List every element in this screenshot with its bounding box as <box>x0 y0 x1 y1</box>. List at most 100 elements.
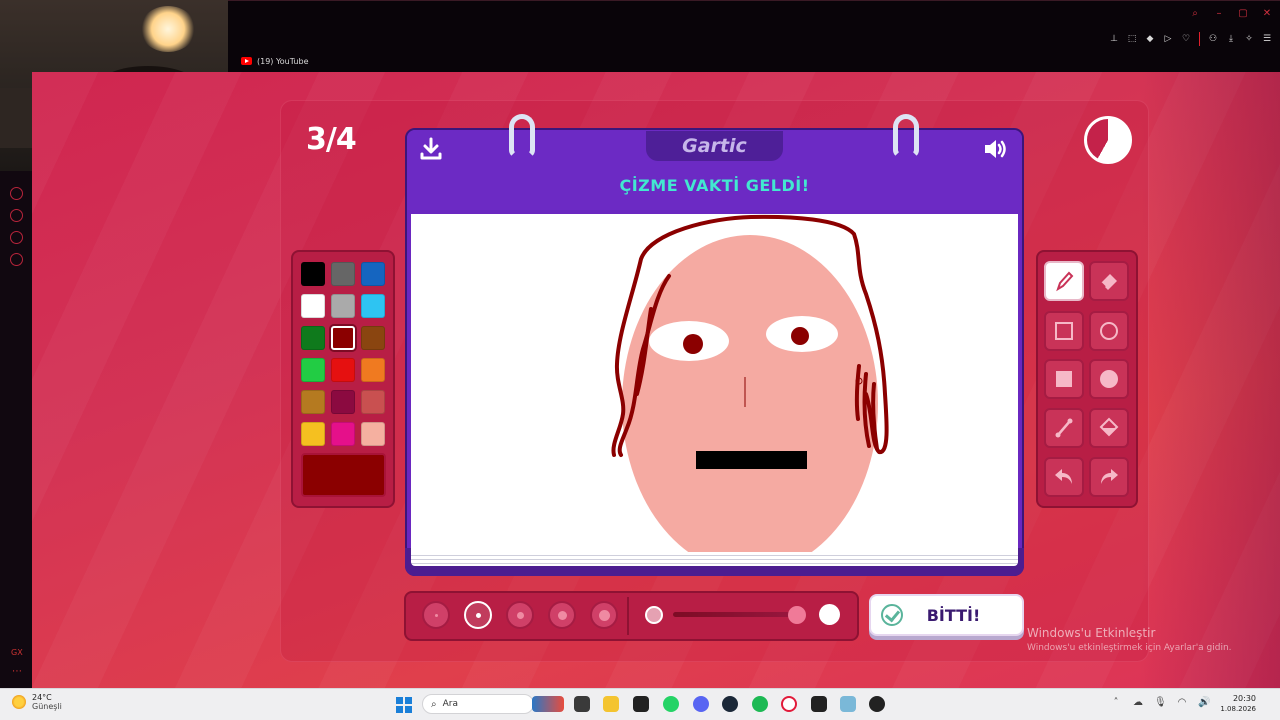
activation-watermark-title: Windows'u Etkinleştir <box>1027 626 1156 640</box>
background-shade <box>1140 72 1280 688</box>
color-swatch[interactable] <box>301 326 325 350</box>
brush-size-button[interactable] <box>464 601 492 629</box>
drawing-right-pupil <box>791 327 809 345</box>
wifi-icon[interactable]: ◠ <box>1176 697 1188 709</box>
brush-bar-separator <box>627 597 629 635</box>
color-swatch[interactable] <box>361 358 385 382</box>
pin-icon[interactable]: ⊥ <box>1109 34 1119 44</box>
weather-widget[interactable]: 24°C Güneşli <box>12 693 62 711</box>
taskbar-clock[interactable]: 20:30 1.08.2026 <box>1220 693 1256 714</box>
fill-bucket-tool[interactable] <box>1089 408 1129 448</box>
discord-icon[interactable] <box>693 696 709 712</box>
color-swatch[interactable] <box>301 358 325 382</box>
brush-size-button[interactable] <box>506 601 534 629</box>
color-swatch[interactable] <box>331 358 355 382</box>
circle-fill-tool[interactable] <box>1089 359 1129 399</box>
brush-size-button[interactable] <box>590 601 618 629</box>
redo-tool[interactable] <box>1089 457 1129 497</box>
ai-icon[interactable]: ✧ <box>1244 34 1254 44</box>
browser-tab[interactable]: (19) YouTube <box>241 54 309 68</box>
sidebar-history-icon[interactable] <box>10 209 23 222</box>
opera-gx-icon[interactable] <box>781 696 797 712</box>
color-swatch[interactable] <box>361 390 385 414</box>
undo-tool[interactable] <box>1044 457 1084 497</box>
shield-icon[interactable]: ◆ <box>1145 34 1155 44</box>
color-swatch[interactable] <box>361 262 385 286</box>
play-icon[interactable]: ▷ <box>1163 34 1173 44</box>
pencil-tool[interactable] <box>1044 261 1084 301</box>
volume-icon[interactable]: 🔊 <box>1198 697 1210 709</box>
color-swatch[interactable] <box>301 422 325 446</box>
done-button[interactable]: BİTTİ! <box>869 594 1024 636</box>
color-swatch[interactable] <box>331 294 355 318</box>
done-button-label: BİTTİ! <box>926 605 981 625</box>
color-swatch[interactable] <box>301 294 325 318</box>
eraser-tool[interactable] <box>1089 261 1129 301</box>
account-icon[interactable]: ⚇ <box>1208 34 1218 44</box>
epic-launcher-icon[interactable] <box>811 696 827 712</box>
media-app-icon[interactable] <box>869 696 885 712</box>
search-icon[interactable]: ⌕ <box>1190 9 1200 19</box>
maximize-icon[interactable]: ▢ <box>1238 9 1248 19</box>
steam-icon[interactable] <box>722 696 738 712</box>
rectangle-fill-tool[interactable] <box>1044 359 1084 399</box>
brush-size-button[interactable] <box>422 601 450 629</box>
sidebar-more-icon[interactable]: ⋯ <box>12 666 22 677</box>
color-swatch[interactable] <box>361 294 385 318</box>
weather-description: Güneşli <box>32 702 62 711</box>
undo-icon <box>1055 469 1072 484</box>
color-swatch[interactable] <box>331 326 355 350</box>
clock-date: 1.08.2026 <box>1220 705 1256 713</box>
drawing-canvas[interactable] <box>411 214 1018 552</box>
sidebar-play-icon[interactable] <box>10 187 23 200</box>
network-app-icon[interactable] <box>840 696 856 712</box>
color-swatch[interactable] <box>361 422 385 446</box>
rectangle-fill-icon <box>1056 371 1072 387</box>
game-app-icon[interactable] <box>532 696 564 712</box>
opacity-slider-handle[interactable] <box>787 606 806 624</box>
rectangle-outline-tool[interactable] <box>1044 311 1084 351</box>
fill-bucket-icon <box>1099 417 1119 437</box>
sidebar-gx-icon[interactable]: GX <box>11 648 23 657</box>
color-swatch[interactable] <box>361 326 385 350</box>
sun-icon <box>12 695 26 709</box>
download-icon[interactable]: ⤓ <box>1226 34 1236 44</box>
color-swatch[interactable] <box>331 422 355 446</box>
redo-icon <box>1101 469 1118 484</box>
topbar-divider <box>228 0 1280 1</box>
download-drawing-icon[interactable] <box>418 136 444 162</box>
color-swatch[interactable] <box>331 262 355 286</box>
line-tool[interactable] <box>1044 408 1084 448</box>
color-swatch[interactable] <box>331 390 355 414</box>
gartic-logo: Gartic <box>646 131 783 161</box>
close-icon[interactable]: ✕ <box>1262 9 1272 19</box>
whatsapp-icon[interactable] <box>663 696 679 712</box>
heart-icon[interactable]: ♡ <box>1181 34 1191 44</box>
sidebar-settings-icon[interactable] <box>10 253 23 266</box>
browser-sidebar <box>0 171 32 688</box>
minimize-icon[interactable]: – <box>1214 9 1224 19</box>
brush-size-dot <box>434 613 438 617</box>
color-swatch[interactable] <box>301 390 325 414</box>
cloud-icon[interactable]: ☁ <box>1132 697 1144 709</box>
circle-outline-tool[interactable] <box>1089 311 1129 351</box>
color-swatch[interactable] <box>301 262 325 286</box>
epic-games-icon[interactable] <box>633 696 649 712</box>
brush-size-dot <box>557 610 567 620</box>
microphone-icon[interactable]: 🎙 <box>1154 697 1167 709</box>
menu-icon[interactable]: ☰ <box>1262 34 1272 44</box>
circle-fill-icon <box>1100 370 1118 388</box>
opacity-slider[interactable] <box>673 612 803 617</box>
chevron-up-icon[interactable]: ˄ <box>1110 697 1122 709</box>
sound-icon[interactable] <box>982 136 1010 162</box>
spotify-icon[interactable] <box>752 696 768 712</box>
drawing-face <box>622 235 878 552</box>
check-icon <box>881 604 903 626</box>
taskbar-search[interactable]: ⌕ Ara <box>422 694 534 714</box>
sidebar-chat-icon[interactable] <box>10 231 23 244</box>
brush-size-button[interactable] <box>548 601 576 629</box>
screenshot-icon[interactable]: ⬚ <box>1127 34 1137 44</box>
windows-start-icon[interactable] <box>396 697 412 713</box>
file-explorer-icon[interactable] <box>603 696 619 712</box>
terminal-app-icon[interactable] <box>574 696 590 712</box>
